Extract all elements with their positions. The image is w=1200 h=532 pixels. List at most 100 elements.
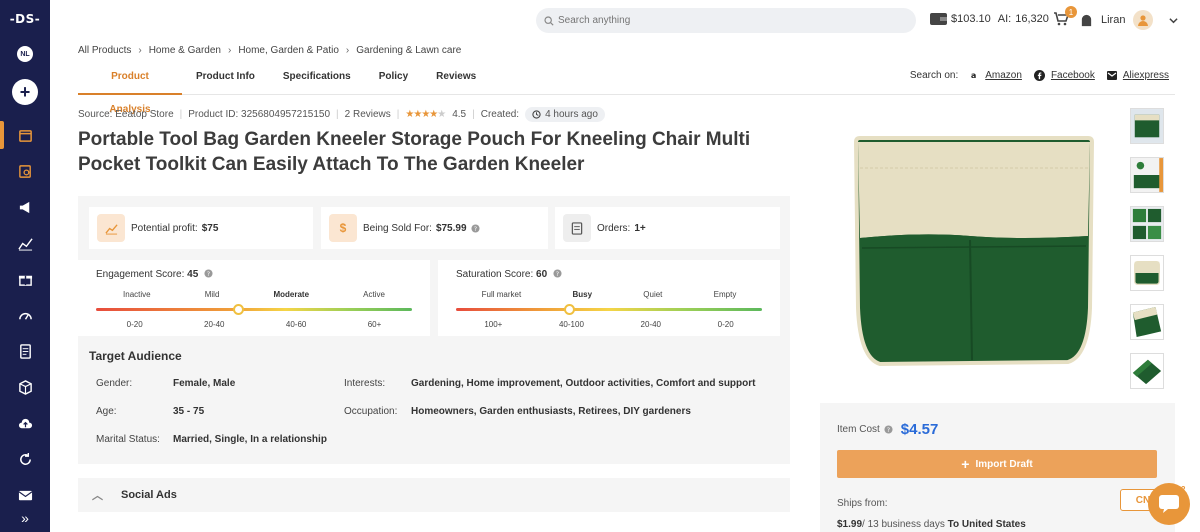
sidebar-item-analytics[interactable] bbox=[0, 225, 50, 261]
chevron-down-icon[interactable] bbox=[1169, 16, 1179, 25]
ai-credits: 16,320 bbox=[1015, 12, 1049, 25]
help-icon[interactable]: ? bbox=[553, 269, 562, 278]
thumbnail[interactable] bbox=[1130, 108, 1164, 144]
sidebar-item-orders[interactable] bbox=[0, 333, 50, 369]
sidebar-item-products[interactable] bbox=[0, 117, 50, 153]
product-main-image[interactable] bbox=[820, 118, 1120, 383]
gender-label: Gender: bbox=[96, 378, 133, 389]
sidebar-item-marketing[interactable] bbox=[0, 189, 50, 225]
user-initials-badge[interactable]: NL bbox=[17, 46, 33, 62]
reviews-count[interactable]: 2 Reviews bbox=[345, 109, 391, 120]
rating-stars: ★★★★★ bbox=[405, 109, 446, 120]
saturation-range: 20-40 bbox=[640, 320, 662, 329]
potential-profit-card: Potential profit: $75 bbox=[89, 207, 313, 249]
plus-icon: + bbox=[961, 456, 970, 472]
sidebar-item-sync[interactable] bbox=[0, 441, 50, 477]
item-cost: Item Cost ? $4.57 bbox=[837, 421, 938, 438]
sidebar-item-speed[interactable] bbox=[0, 297, 50, 333]
chevron-up-icon[interactable]: ︿ bbox=[92, 487, 103, 503]
box-icon bbox=[18, 129, 32, 142]
interests-value: Gardening, Home improvement, Outdoor act… bbox=[411, 378, 756, 389]
svg-text:a: a bbox=[971, 71, 976, 80]
saturation-level: Quiet bbox=[643, 290, 663, 299]
sidebar-item-gifts[interactable] bbox=[0, 261, 50, 297]
engagement-range: 60+ bbox=[367, 320, 382, 329]
sidebar-item-catalog[interactable] bbox=[0, 153, 50, 189]
interests-label: Interests: bbox=[344, 378, 386, 389]
engagement-level: Mild bbox=[204, 290, 220, 299]
mail-icon bbox=[18, 490, 32, 500]
catalog-icon bbox=[18, 164, 31, 178]
sidebar-item-inventory[interactable] bbox=[0, 369, 50, 405]
help-icon[interactable]: ? bbox=[470, 223, 480, 233]
thumbnail[interactable] bbox=[1130, 206, 1164, 242]
thumbnail[interactable] bbox=[1130, 304, 1164, 340]
cloud-upload-icon bbox=[18, 418, 32, 428]
saturation-score-card: Saturation Score: 60 ? Full market Busy … bbox=[438, 260, 780, 336]
wallet-balance: $103.10 bbox=[951, 12, 991, 25]
social-ads-title: Social Ads bbox=[121, 489, 177, 501]
thumbnail[interactable] bbox=[1130, 255, 1164, 291]
social-ads-section[interactable]: ︿ Social Ads bbox=[78, 478, 790, 512]
saturation-levels: Full market Busy Quiet Empty bbox=[456, 290, 762, 299]
search-bar[interactable] bbox=[536, 8, 916, 33]
source-store[interactable]: Eeatop Store bbox=[115, 109, 173, 120]
breadcrumb-all-products[interactable]: All Products bbox=[78, 45, 131, 56]
created-chip: 4 hours ago bbox=[525, 107, 605, 122]
engagement-range: 0-20 bbox=[126, 320, 143, 329]
avatar[interactable] bbox=[1133, 10, 1154, 30]
shipping-detail: $1.99/ 13 business days To United States bbox=[837, 519, 1026, 530]
marital-label: Marital Status: bbox=[96, 434, 160, 445]
expand-sidebar-icon[interactable]: » bbox=[21, 510, 29, 526]
amazon-link[interactable]: Amazon bbox=[985, 70, 1022, 81]
engagement-range: 40-60 bbox=[285, 320, 307, 329]
thumbnail[interactable] bbox=[1130, 353, 1164, 389]
product-meta: Source: Eeatop Store | Product ID: 32568… bbox=[78, 107, 605, 122]
svg-text:?: ? bbox=[556, 271, 559, 278]
engagement-range: 20-40 bbox=[204, 320, 225, 329]
search-on: Search on: a Amazon Facebook Aliexpress bbox=[910, 70, 1175, 81]
facebook-link[interactable]: Facebook bbox=[1051, 70, 1095, 81]
store-icon bbox=[1081, 14, 1092, 26]
engagement-levels: Inactive Mild Moderate Active bbox=[96, 290, 412, 299]
gender-value: Female, Male bbox=[173, 378, 236, 389]
breadcrumb-gardening[interactable]: Gardening & Lawn care bbox=[356, 45, 461, 56]
tab-policy[interactable]: Policy bbox=[365, 60, 422, 95]
purchase-panel: Item Cost ? $4.57 + Import Draft Ships f… bbox=[820, 403, 1175, 532]
amazon-icon: a bbox=[971, 71, 976, 80]
sidebar-item-mail[interactable] bbox=[0, 477, 50, 513]
created-label: Created: bbox=[480, 109, 520, 120]
product-tabs: Product Analysis Product Info Specificat… bbox=[78, 60, 1175, 115]
user-menu[interactable]: Liran bbox=[1080, 10, 1179, 30]
breadcrumb: All Products › Home & Garden › Home, Gar… bbox=[78, 45, 461, 56]
tab-product-info[interactable]: Product Info bbox=[182, 60, 269, 95]
shipping-price: $1.99 bbox=[837, 519, 863, 530]
aliexpress-link[interactable]: Aliexpress bbox=[1123, 70, 1169, 81]
search-input[interactable] bbox=[558, 15, 898, 26]
being-sold-label: Being Sold For: bbox=[363, 222, 432, 234]
sidebar-item-upload[interactable] bbox=[0, 405, 50, 441]
add-button[interactable]: + bbox=[12, 79, 38, 105]
being-sold-card: $ Being Sold For: $75.99 ? bbox=[321, 207, 548, 249]
source-label: Source: bbox=[78, 109, 113, 120]
tab-reviews[interactable]: Reviews bbox=[422, 60, 490, 95]
import-draft-button[interactable]: + Import Draft bbox=[837, 450, 1157, 478]
potential-profit-label: Potential profit: bbox=[131, 222, 198, 234]
tab-specifications[interactable]: Specifications bbox=[269, 60, 365, 95]
breadcrumb-home-garden-patio[interactable]: Home, Garden & Patio bbox=[238, 45, 339, 56]
thumbnail[interactable] bbox=[1130, 157, 1164, 193]
tab-product-analysis[interactable]: Product Analysis bbox=[78, 60, 182, 115]
shipping-destination: To United States bbox=[947, 519, 1026, 530]
help-icon[interactable]: ? bbox=[884, 425, 893, 434]
saturation-range: 100+ bbox=[484, 320, 503, 329]
engagement-score-card: Engagement Score: 45 ? Inactive Mild Mod… bbox=[78, 260, 430, 336]
saturation-meter bbox=[456, 304, 762, 315]
cart-button[interactable]: 1 bbox=[1053, 6, 1077, 29]
age-value: 35 - 75 bbox=[173, 406, 205, 417]
app-logo[interactable]: -DS- bbox=[10, 12, 41, 26]
wallet[interactable]: $103.10 AI: 16,320 bbox=[930, 12, 1049, 25]
engagement-meter bbox=[96, 304, 412, 315]
breadcrumb-home-garden[interactable]: Home & Garden bbox=[149, 45, 221, 56]
marital-value: Married, Single, In a relationship bbox=[173, 434, 327, 445]
help-icon[interactable]: ? bbox=[204, 269, 213, 278]
